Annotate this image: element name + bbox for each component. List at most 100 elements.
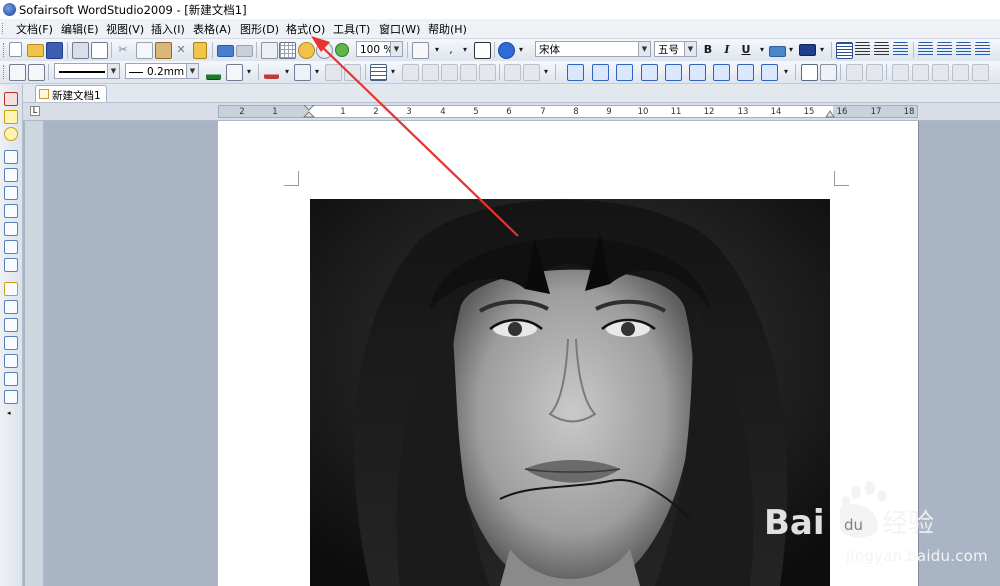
disabled-tool-icon[interactable] (932, 64, 949, 81)
comma-icon[interactable]: , (444, 42, 458, 57)
line-style-select[interactable]: ▼ (54, 63, 120, 79)
snap-point-icon[interactable] (4, 150, 18, 164)
disabled-tool-icon[interactable] (866, 64, 883, 81)
disabled-tool-icon[interactable] (972, 64, 989, 81)
table-tool-icon[interactable] (504, 64, 521, 81)
edit-points-icon[interactable] (28, 64, 45, 81)
snap-point-icon[interactable] (4, 186, 18, 200)
pencil-icon[interactable] (4, 300, 18, 314)
italic-button[interactable]: I (720, 42, 734, 57)
table-grid-icon[interactable] (279, 42, 296, 59)
find-icon[interactable] (261, 42, 278, 59)
menu-help[interactable]: 帮助(H) (428, 21, 467, 37)
new-document-icon[interactable] (9, 42, 22, 57)
snap-point-icon[interactable] (4, 222, 18, 236)
table-tool-icon[interactable] (523, 64, 540, 81)
dropdown-arrow-icon[interactable]: ▾ (310, 64, 324, 79)
snap-point-icon[interactable] (4, 168, 18, 182)
menu-graphics[interactable]: 图形(D) (240, 21, 279, 37)
insert-picture-icon[interactable] (801, 64, 818, 81)
fill-color-icon[interactable] (264, 64, 279, 79)
tab-document[interactable]: 新建文档1 (35, 85, 107, 102)
zoom-icon[interactable] (316, 42, 333, 59)
table-tool-icon[interactable] (460, 64, 477, 81)
increase-indent-icon[interactable] (975, 42, 990, 57)
menu-table[interactable]: 表格(A) (193, 21, 231, 37)
table-tool-icon[interactable] (422, 64, 439, 81)
dropdown-arrow-icon[interactable]: ▾ (386, 64, 400, 79)
numbered-list-icon[interactable] (937, 42, 952, 57)
cut-icon[interactable]: ✂ (116, 42, 130, 57)
insert-shape-icon[interactable] (412, 42, 429, 59)
pencil-icon[interactable] (4, 318, 18, 332)
print-icon[interactable] (72, 42, 89, 59)
pencil-icon[interactable] (4, 354, 18, 368)
paste-icon[interactable] (155, 42, 172, 59)
toolbar-grip[interactable] (3, 43, 6, 57)
decrease-indent-icon[interactable] (956, 42, 971, 57)
format-painter-icon[interactable] (193, 42, 207, 59)
snap-grid-icon[interactable] (4, 258, 18, 272)
menubar-grip[interactable] (2, 23, 6, 34)
delete-icon[interactable]: ✕ (174, 42, 188, 57)
dropdown-arrow-icon[interactable]: ▾ (280, 64, 294, 79)
dropdown-arrow-icon[interactable]: ▾ (755, 42, 769, 57)
chevron-left-icon[interactable]: ◂ (7, 409, 11, 417)
dropdown-arrow-icon[interactable]: ▾ (430, 42, 444, 57)
insert-object-icon[interactable] (592, 64, 609, 81)
horizontal-ruler[interactable]: 2 1 1 2 3 4 5 6 7 8 9 10 11 12 13 14 15 … (218, 105, 918, 118)
insert-table-icon[interactable] (370, 64, 387, 81)
undo-icon[interactable] (217, 45, 234, 57)
bullet-list-icon[interactable] (918, 42, 933, 57)
dropdown-arrow-icon[interactable]: ▾ (784, 42, 798, 57)
menu-insert[interactable]: 插入(I) (151, 21, 185, 37)
arrange-icon[interactable] (344, 64, 361, 81)
disabled-tool-icon[interactable] (892, 64, 909, 81)
magnet-icon[interactable] (4, 92, 18, 106)
pencil-icon[interactable] (4, 390, 18, 404)
indent-marker-icon[interactable] (303, 105, 315, 118)
snap-icon[interactable] (4, 127, 18, 141)
right-indent-marker-icon[interactable] (825, 110, 835, 118)
disabled-tool-icon[interactable] (846, 64, 863, 81)
insert-object-icon[interactable] (567, 64, 584, 81)
insert-object-icon[interactable] (641, 64, 658, 81)
bold-button[interactable]: B (701, 42, 715, 57)
help-icon[interactable] (498, 42, 515, 59)
pencil-icon[interactable] (4, 282, 18, 296)
disabled-tool-icon[interactable] (912, 64, 929, 81)
line-color-icon[interactable] (206, 64, 221, 80)
inserted-photo[interactable] (310, 199, 830, 586)
special-symbol-icon[interactable] (474, 42, 491, 59)
menu-document[interactable]: 文档(F) (16, 21, 53, 37)
copy-icon[interactable] (136, 42, 153, 59)
toolbar-grip[interactable] (3, 65, 6, 79)
menu-view[interactable]: 视图(V) (106, 21, 144, 37)
open-folder-icon[interactable] (27, 44, 44, 57)
insert-object-icon[interactable] (713, 64, 730, 81)
dropdown-arrow-icon[interactable]: ▾ (815, 42, 829, 57)
insert-object-icon[interactable] (737, 64, 754, 81)
table-tool-icon[interactable] (402, 64, 419, 81)
print-preview-icon[interactable] (91, 42, 108, 59)
align-left-icon[interactable] (836, 42, 853, 59)
line-end-style-icon[interactable] (226, 64, 243, 81)
snap-point-icon[interactable] (4, 204, 18, 218)
insert-object-icon[interactable] (665, 64, 682, 81)
dropdown-arrow-icon[interactable]: ▾ (779, 64, 793, 79)
pencil-icon[interactable] (4, 372, 18, 386)
dropdown-arrow-icon[interactable]: ▾ (514, 42, 528, 57)
dropdown-arrow-icon[interactable]: ▾ (242, 64, 256, 79)
menu-window[interactable]: 窗口(W) (379, 21, 420, 37)
hand-icon[interactable] (298, 42, 315, 59)
insert-object-icon[interactable] (761, 64, 778, 81)
zoom-select[interactable]: 100 % ▼ (356, 41, 403, 57)
table-tool-icon[interactable] (441, 64, 458, 81)
font-name-select[interactable]: 宋体 ▼ (535, 41, 651, 57)
font-size-select[interactable]: 五号 ▼ (654, 41, 697, 57)
vertical-ruler[interactable] (25, 121, 44, 586)
shadow-icon[interactable] (294, 64, 311, 81)
tab-stop-selector[interactable]: L (30, 106, 40, 116)
align-center-icon[interactable] (855, 42, 870, 57)
lightning-icon[interactable] (4, 110, 18, 124)
